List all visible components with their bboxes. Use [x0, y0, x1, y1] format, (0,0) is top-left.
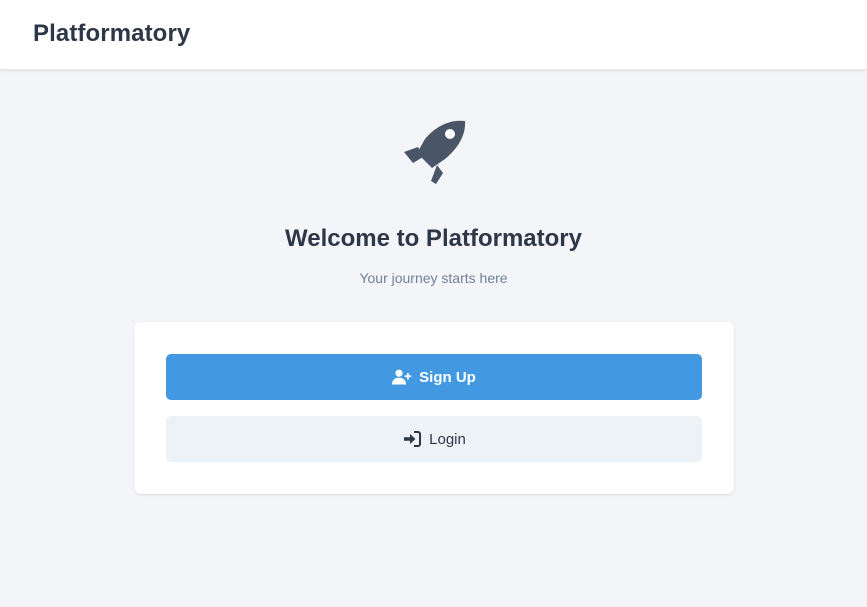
sign-up-label: Sign Up — [419, 368, 476, 386]
sign-in-icon — [402, 431, 422, 447]
login-button[interactable]: Login — [166, 416, 702, 462]
rocket-icon — [404, 120, 466, 184]
tagline: Your journey starts here — [359, 270, 508, 286]
login-label: Login — [429, 430, 466, 448]
welcome-heading: Welcome to Platformatory — [285, 225, 582, 252]
top-bar: Platformatory — [0, 0, 867, 70]
auth-card: Sign Up Login — [134, 322, 734, 494]
user-plus-icon — [392, 369, 412, 385]
brand-title: Platformatory — [33, 20, 191, 47]
sign-up-button[interactable]: Sign Up — [166, 354, 702, 400]
